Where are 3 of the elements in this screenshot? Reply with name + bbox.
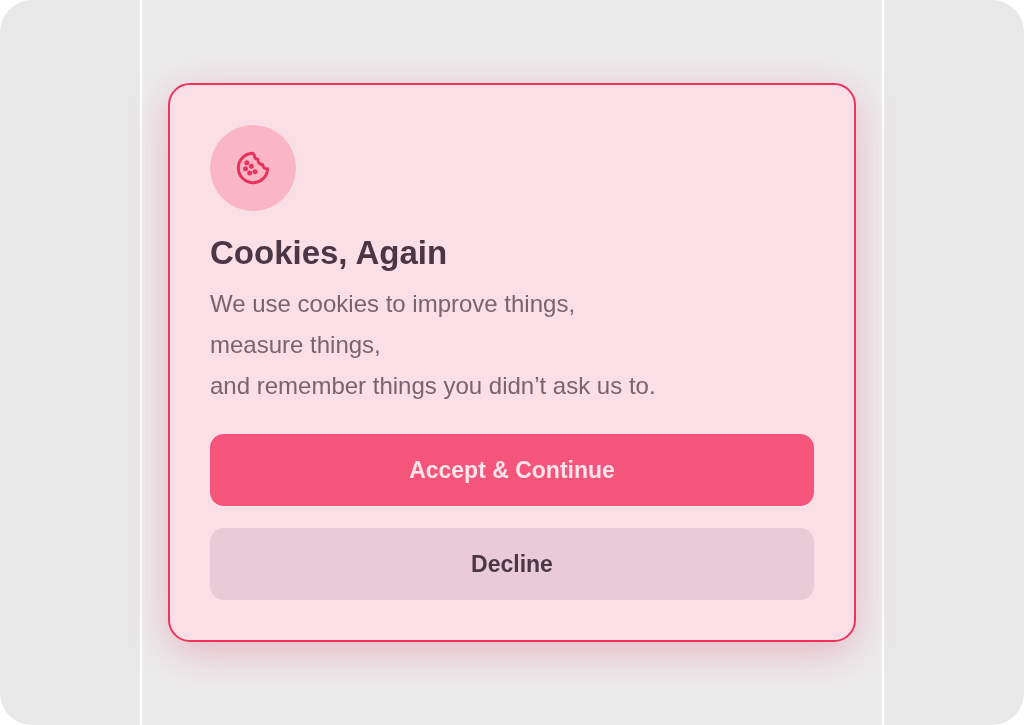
dialog-message: We use cookies to improve things, measure things, and remember things you didn’t ask us to.: [210, 289, 657, 401]
dialog-title: Cookies, Again: [210, 233, 449, 273]
decline-button[interactable]: Decline: [210, 528, 814, 600]
